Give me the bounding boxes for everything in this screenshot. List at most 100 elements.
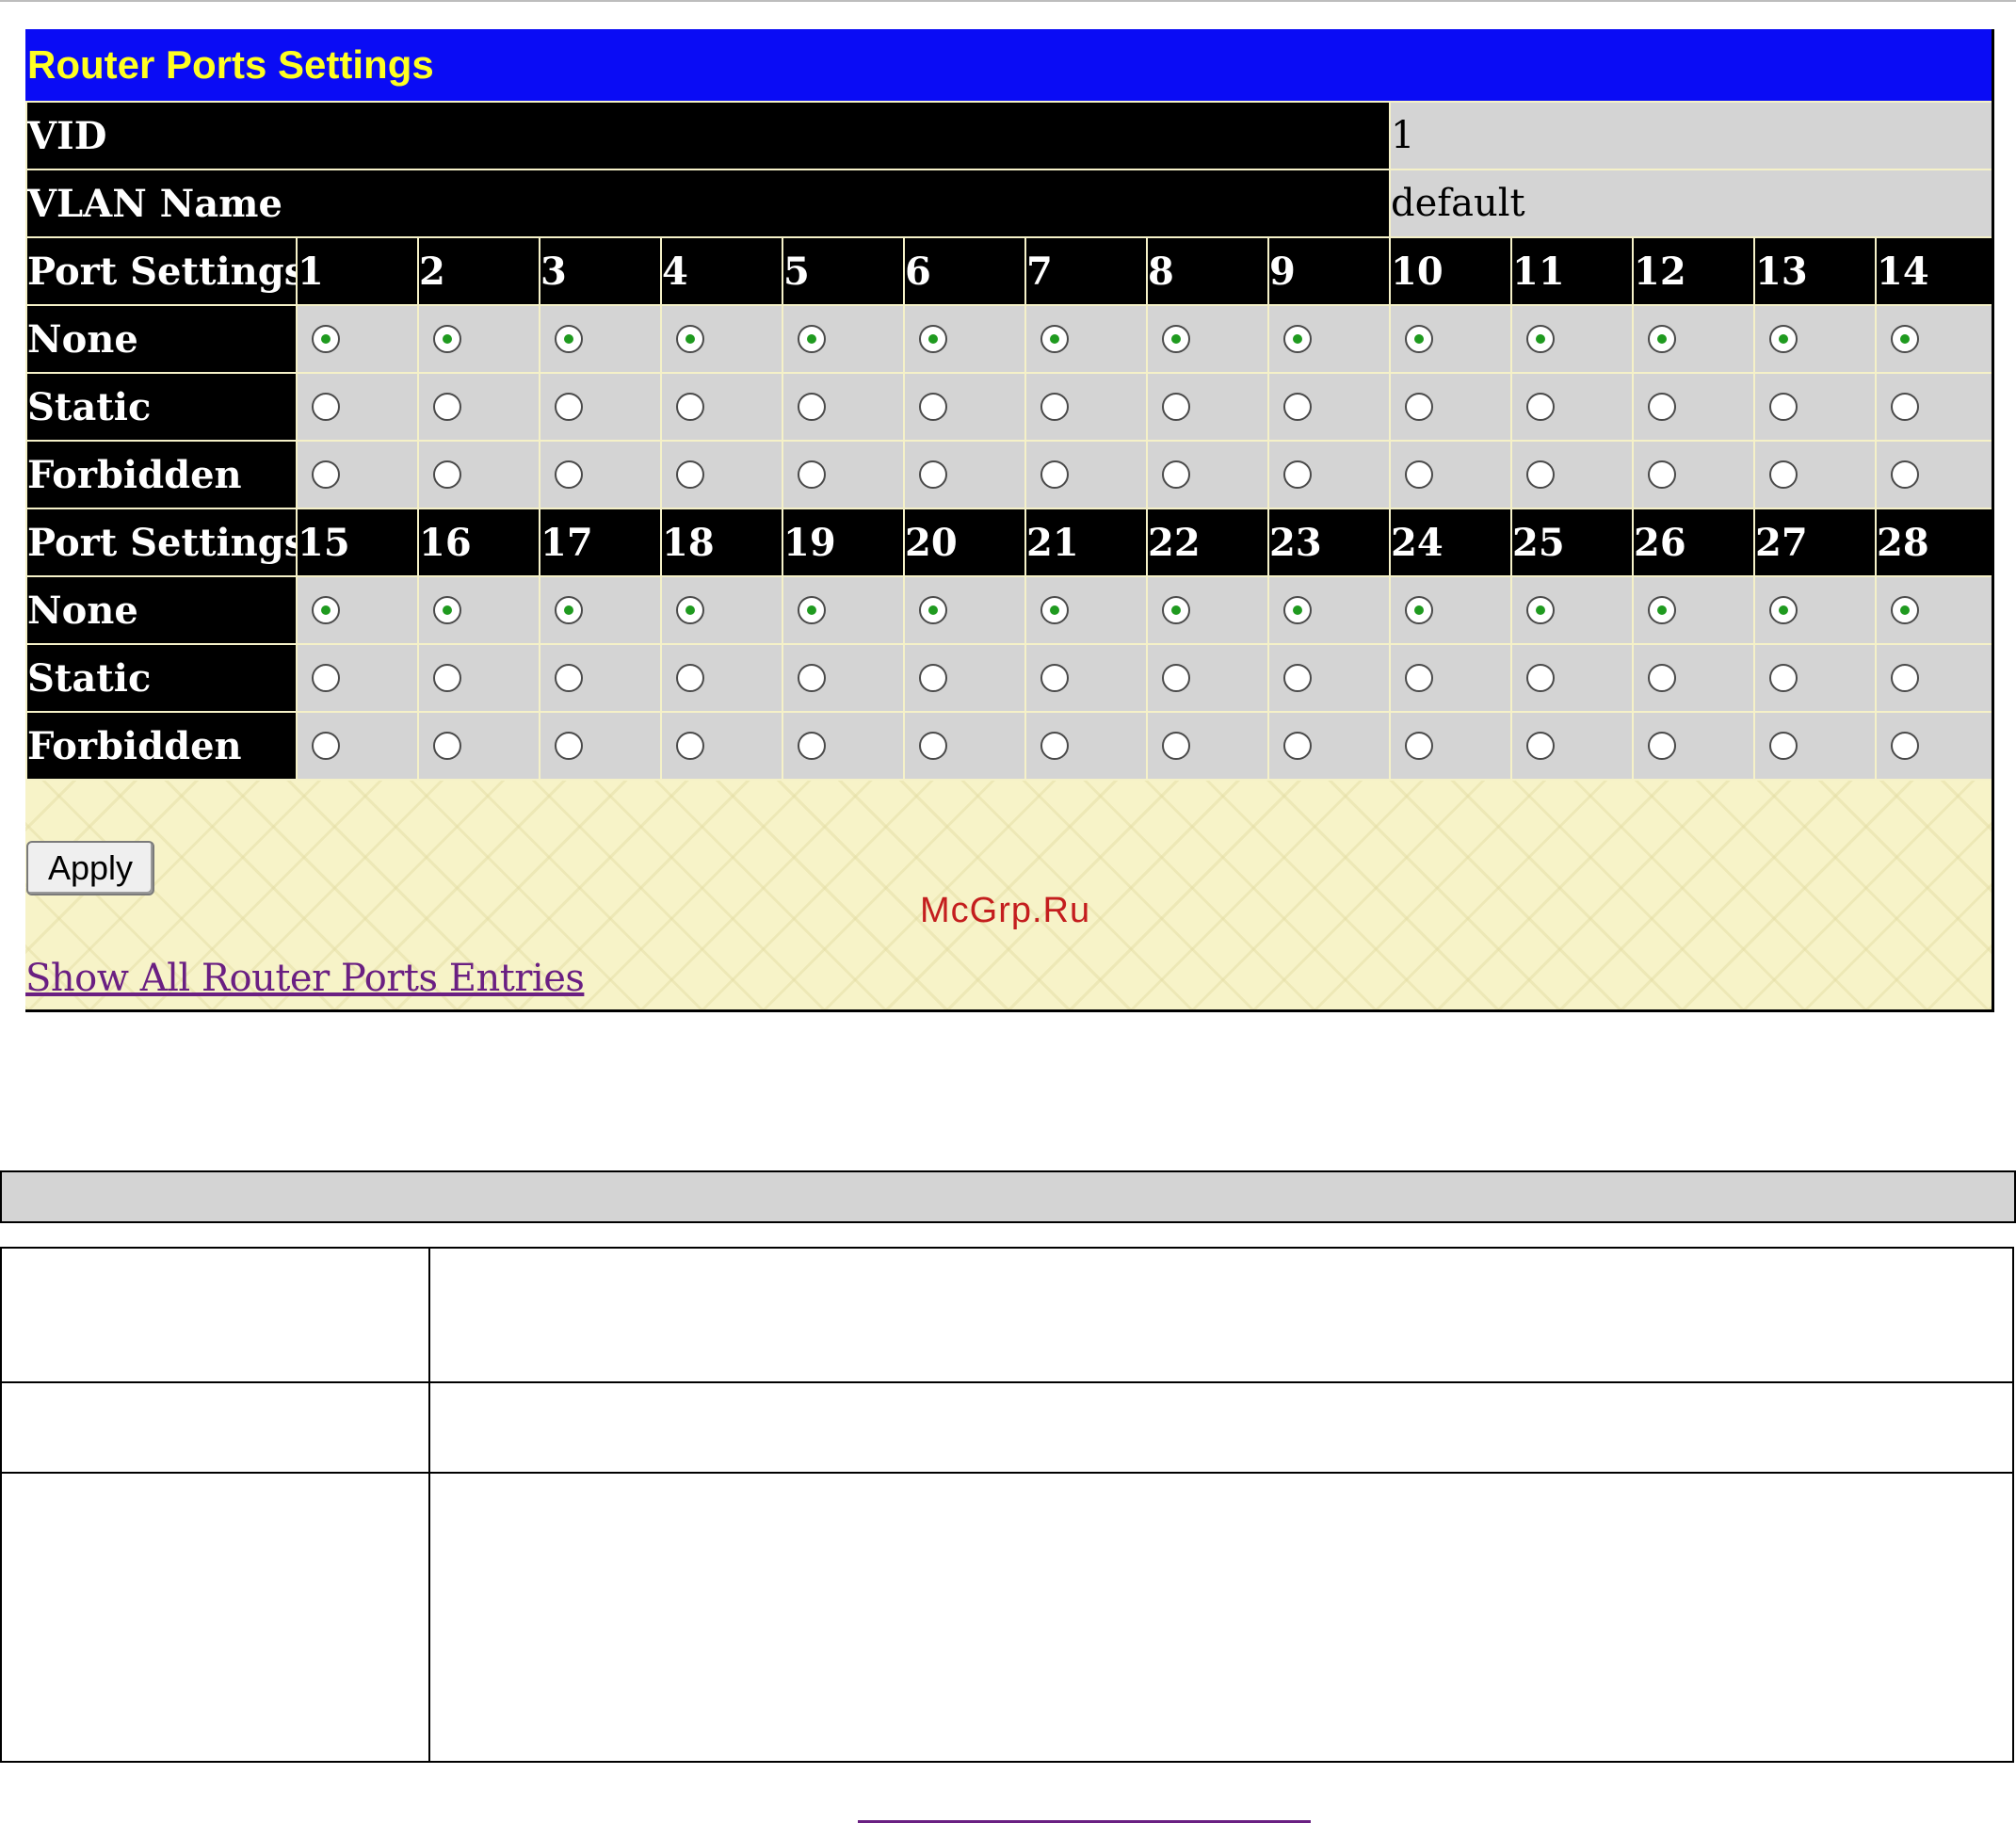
- port-20-forbidden-radio[interactable]: [919, 732, 947, 760]
- port-number: 26: [1632, 508, 1756, 577]
- port-16-forbidden-radio[interactable]: [433, 732, 461, 760]
- port-18-none-radio[interactable]: [676, 596, 704, 624]
- radio-cell: [1510, 304, 1635, 374]
- port-9-static-radio[interactable]: [1283, 393, 1312, 421]
- port-2-none-radio[interactable]: [433, 325, 461, 353]
- port-9-forbidden-radio[interactable]: [1283, 460, 1312, 489]
- port-28-none-radio[interactable]: [1891, 596, 1920, 624]
- port-18-static-radio[interactable]: [676, 664, 704, 692]
- port-2-forbidden-radio[interactable]: [433, 460, 461, 489]
- port-10-static-radio[interactable]: [1405, 393, 1434, 421]
- port-2-static-radio[interactable]: [433, 393, 461, 421]
- port-28-static-radio[interactable]: [1891, 664, 1920, 692]
- description-param-cell: [0, 1247, 430, 1383]
- port-24-none-radio[interactable]: [1405, 596, 1434, 624]
- radio-cell: [1632, 711, 1756, 781]
- port-16-none-radio[interactable]: [433, 596, 461, 624]
- port-20-none-radio[interactable]: [919, 596, 947, 624]
- port-20-static-radio[interactable]: [919, 664, 947, 692]
- radio-cell: [296, 643, 419, 713]
- radio-cell: [903, 440, 1026, 509]
- port-25-static-radio[interactable]: [1526, 664, 1556, 692]
- port-none-row: None: [25, 575, 1992, 645]
- port-26-static-radio[interactable]: [1648, 664, 1677, 692]
- port-17-static-radio[interactable]: [555, 664, 583, 692]
- port-6-forbidden-radio[interactable]: [919, 460, 947, 489]
- top-divider: [0, 0, 2016, 2]
- port-24-forbidden-radio[interactable]: [1405, 732, 1434, 760]
- port-25-forbidden-radio[interactable]: [1526, 732, 1556, 760]
- port-28-forbidden-radio[interactable]: [1891, 732, 1920, 760]
- port-4-none-radio[interactable]: [676, 325, 704, 353]
- port-23-static-radio[interactable]: [1283, 664, 1312, 692]
- port-3-static-radio[interactable]: [555, 393, 583, 421]
- port-14-none-radio[interactable]: [1891, 325, 1920, 353]
- port-13-static-radio[interactable]: [1769, 393, 1798, 421]
- port-12-static-radio[interactable]: [1648, 393, 1677, 421]
- row-label-forbidden: Forbidden: [25, 440, 298, 509]
- port-27-none-radio[interactable]: [1769, 596, 1798, 624]
- port-27-forbidden-radio[interactable]: [1769, 732, 1798, 760]
- port-19-forbidden-radio[interactable]: [798, 732, 826, 760]
- port-3-none-radio[interactable]: [555, 325, 583, 353]
- port-26-forbidden-radio[interactable]: [1648, 732, 1677, 760]
- port-10-forbidden-radio[interactable]: [1405, 460, 1434, 489]
- port-7-none-radio[interactable]: [1040, 325, 1069, 353]
- port-23-none-radio[interactable]: [1283, 596, 1312, 624]
- port-21-none-radio[interactable]: [1040, 596, 1069, 624]
- port-7-static-radio[interactable]: [1040, 393, 1069, 421]
- port-19-none-radio[interactable]: [798, 596, 826, 624]
- apply-button[interactable]: Apply: [26, 841, 154, 895]
- port-22-none-radio[interactable]: [1162, 596, 1190, 624]
- port-7-forbidden-radio[interactable]: [1040, 460, 1069, 489]
- port-14-forbidden-radio[interactable]: [1891, 460, 1920, 489]
- port-4-forbidden-radio[interactable]: [676, 460, 704, 489]
- port-23-forbidden-radio[interactable]: [1283, 732, 1312, 760]
- port-6-none-radio[interactable]: [919, 325, 947, 353]
- port-8-static-radio[interactable]: [1162, 393, 1190, 421]
- port-27-static-radio[interactable]: [1769, 664, 1798, 692]
- port-15-forbidden-radio[interactable]: [312, 732, 340, 760]
- port-9-none-radio[interactable]: [1283, 325, 1312, 353]
- port-1-static-radio[interactable]: [312, 393, 340, 421]
- port-22-static-radio[interactable]: [1162, 664, 1190, 692]
- port-number: 1: [296, 236, 419, 306]
- port-22-forbidden-radio[interactable]: [1162, 732, 1190, 760]
- port-26-none-radio[interactable]: [1648, 596, 1677, 624]
- port-1-none-radio[interactable]: [312, 325, 340, 353]
- port-8-forbidden-radio[interactable]: [1162, 460, 1190, 489]
- port-21-static-radio[interactable]: [1040, 664, 1069, 692]
- port-11-static-radio[interactable]: [1526, 393, 1556, 421]
- port-5-static-radio[interactable]: [798, 393, 826, 421]
- port-12-none-radio[interactable]: [1648, 325, 1677, 353]
- port-11-none-radio[interactable]: [1526, 325, 1556, 353]
- port-15-static-radio[interactable]: [312, 664, 340, 692]
- radio-cell: [1024, 643, 1148, 713]
- port-15-none-radio[interactable]: [312, 596, 340, 624]
- port-24-static-radio[interactable]: [1405, 664, 1434, 692]
- port-13-forbidden-radio[interactable]: [1769, 460, 1798, 489]
- port-1-forbidden-radio[interactable]: [312, 460, 340, 489]
- port-5-none-radio[interactable]: [798, 325, 826, 353]
- port-5-forbidden-radio[interactable]: [798, 460, 826, 489]
- port-21-forbidden-radio[interactable]: [1040, 732, 1069, 760]
- port-16-static-radio[interactable]: [433, 664, 461, 692]
- radio-cell: [417, 372, 540, 442]
- port-number: 23: [1266, 508, 1392, 577]
- port-17-forbidden-radio[interactable]: [555, 732, 583, 760]
- port-3-forbidden-radio[interactable]: [555, 460, 583, 489]
- port-19-static-radio[interactable]: [798, 664, 826, 692]
- port-17-none-radio[interactable]: [555, 596, 583, 624]
- vid-value: 1: [1389, 101, 1992, 170]
- port-25-none-radio[interactable]: [1526, 596, 1556, 624]
- port-10-none-radio[interactable]: [1405, 325, 1434, 353]
- port-4-static-radio[interactable]: [676, 393, 704, 421]
- show-all-router-ports-link[interactable]: Show All Router Ports Entries: [25, 957, 585, 1000]
- port-11-forbidden-radio[interactable]: [1526, 460, 1556, 489]
- port-12-forbidden-radio[interactable]: [1648, 460, 1677, 489]
- port-13-none-radio[interactable]: [1769, 325, 1798, 353]
- port-6-static-radio[interactable]: [919, 393, 947, 421]
- port-8-none-radio[interactable]: [1162, 325, 1190, 353]
- port-14-static-radio[interactable]: [1891, 393, 1920, 421]
- port-18-forbidden-radio[interactable]: [676, 732, 704, 760]
